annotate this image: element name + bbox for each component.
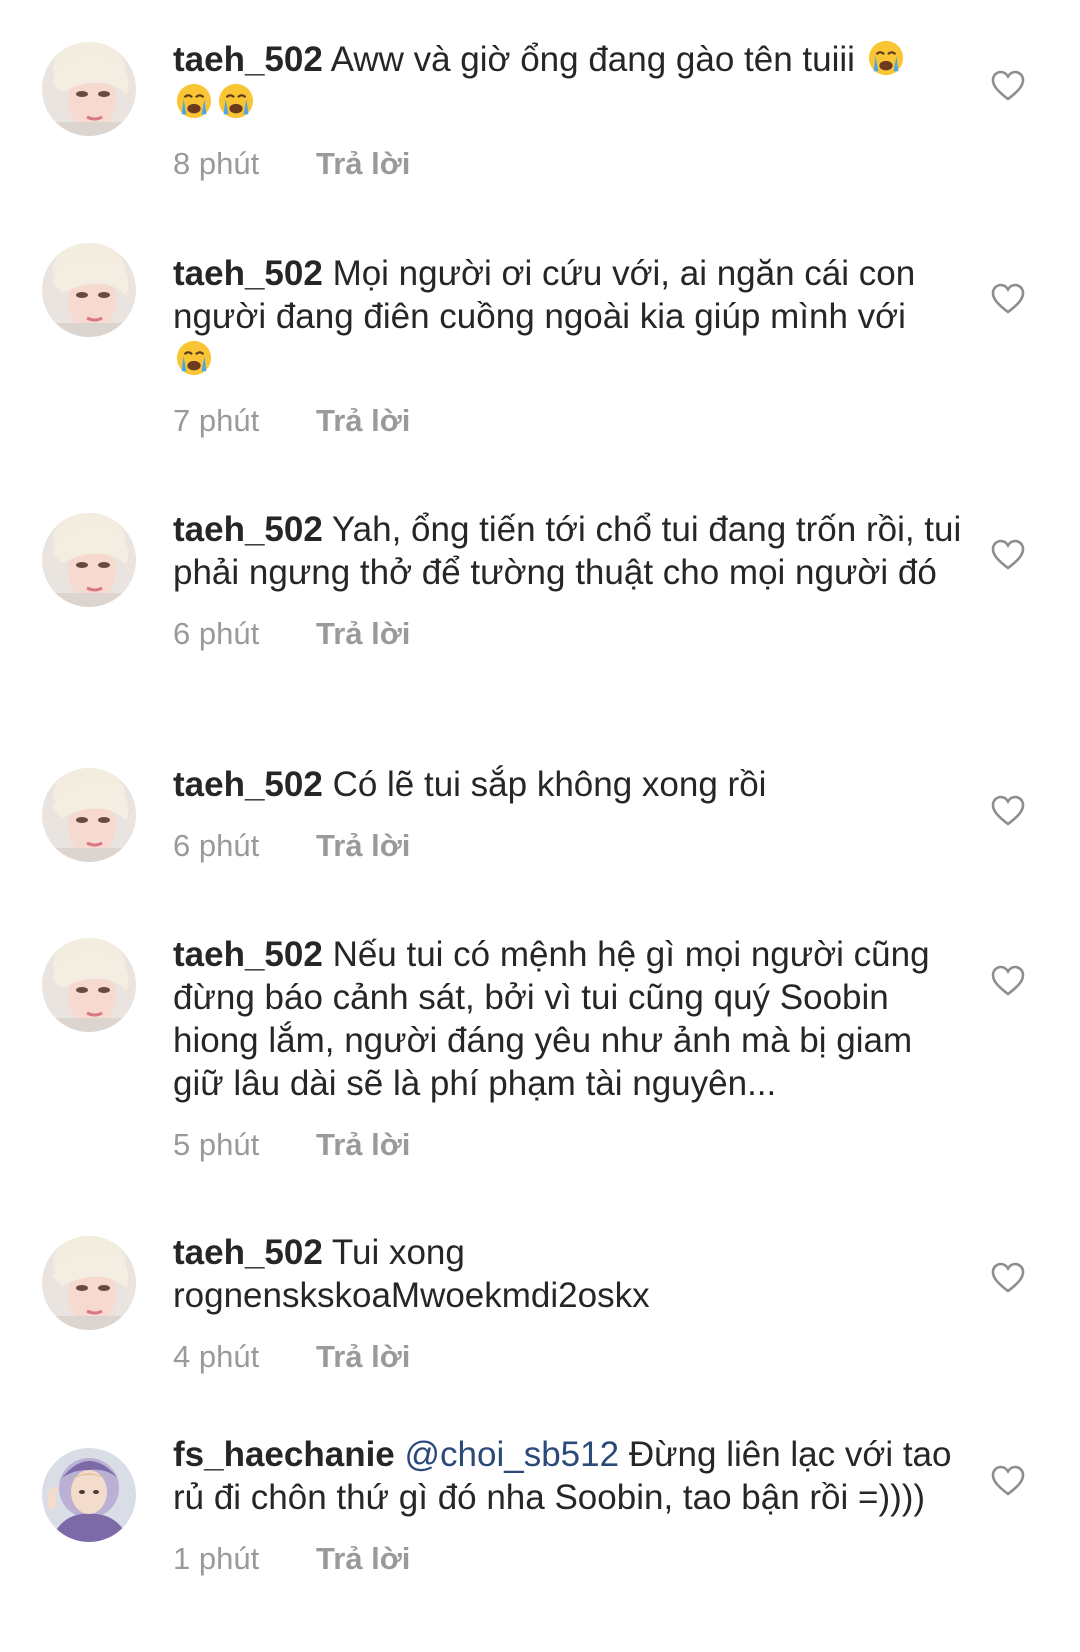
avatar[interactable]	[42, 42, 136, 136]
username[interactable]: taeh_502	[173, 1233, 323, 1272]
avatar[interactable]	[42, 768, 136, 862]
reply-button[interactable]: Trả lời	[316, 144, 410, 184]
reply-button[interactable]: Trả lời	[316, 826, 410, 866]
comment-timestamp: 6 phút	[173, 828, 260, 863]
reply-button[interactable]: Trả lời	[316, 1539, 410, 1579]
avatar[interactable]	[42, 243, 136, 337]
comment-text: fs_haechanie @choi_sb512 Đừng liên lạc v…	[173, 1433, 963, 1519]
reply-button[interactable]: Trả lời	[316, 401, 410, 441]
heart-outline-icon[interactable]	[991, 283, 1025, 315]
comment-timestamp: 1 phút	[173, 1541, 260, 1576]
heart-outline-icon[interactable]	[991, 539, 1025, 571]
avatar[interactable]	[42, 938, 136, 1032]
comment-text: taeh_502 Tui xong rognenskskoaMwoekmdi2o…	[173, 1231, 733, 1317]
avatar[interactable]	[42, 1448, 136, 1542]
comment-timestamp: 5 phút	[173, 1127, 260, 1162]
comment-text: taeh_502 Yah, ổng tiến tới chổ tui đang …	[173, 508, 963, 594]
crying-face-icon	[176, 83, 212, 119]
comment-body: Có lẽ tui sắp không xong rồi	[332, 765, 767, 804]
heart-outline-icon[interactable]	[991, 1262, 1025, 1294]
reply-button[interactable]: Trả lời	[316, 614, 410, 654]
username[interactable]: taeh_502	[173, 765, 323, 804]
comment-body: Aww và giờ ổng đang gào tên tuiii	[330, 40, 855, 79]
reply-button[interactable]: Trả lời	[316, 1337, 410, 1377]
crying-face-icon	[868, 40, 903, 76]
comment-timestamp: 7 phút	[173, 403, 260, 438]
comment-text: taeh_502 Aww và giờ ổng đang gào tên tui…	[173, 38, 963, 124]
heart-outline-icon[interactable]	[991, 70, 1025, 102]
comment-text: taeh_502 Nếu tui có mệnh hệ gì mọi người…	[173, 933, 963, 1105]
heart-outline-icon[interactable]	[991, 795, 1025, 827]
username[interactable]: taeh_502	[173, 254, 323, 293]
comment-text: taeh_502 Có lẽ tui sắp không xong rồi	[173, 763, 963, 806]
heart-outline-icon[interactable]	[991, 965, 1025, 997]
crying-face-icon	[176, 340, 212, 376]
comment-timestamp: 8 phút	[173, 146, 260, 181]
comment-timestamp: 6 phút	[173, 616, 260, 651]
username[interactable]: fs_haechanie	[173, 1435, 395, 1474]
mention-link[interactable]: @choi_sb512	[405, 1435, 620, 1474]
avatar[interactable]	[42, 1236, 136, 1330]
username[interactable]: taeh_502	[173, 510, 323, 549]
heart-outline-icon[interactable]	[991, 1465, 1025, 1497]
username[interactable]: taeh_502	[173, 40, 323, 79]
username[interactable]: taeh_502	[173, 935, 323, 974]
avatar[interactable]	[42, 513, 136, 607]
crying-face-icon	[218, 83, 254, 119]
comment-text: taeh_502 Mọi người ơi cứu với, ai ngăn c…	[173, 252, 963, 381]
comment-timestamp: 4 phút	[173, 1339, 260, 1374]
reply-button[interactable]: Trả lời	[316, 1125, 410, 1165]
